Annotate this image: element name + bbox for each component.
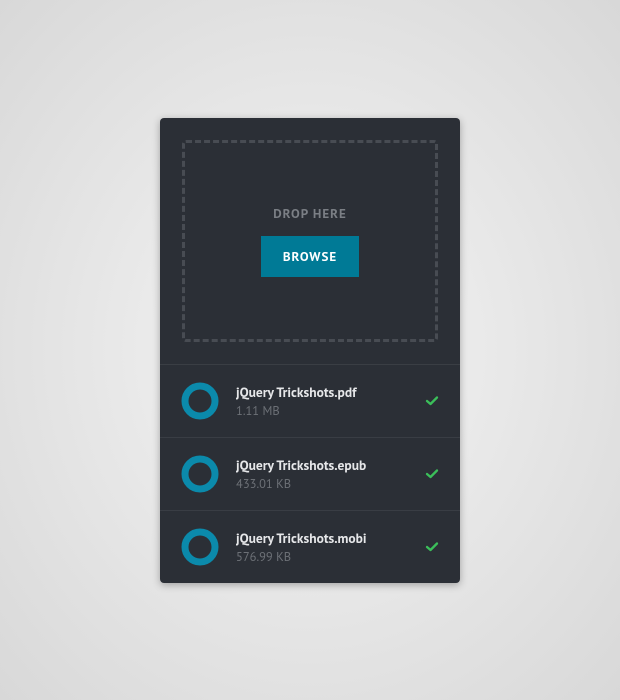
progress-ring-icon [180, 527, 220, 567]
dropzone-container: DROP HERE BROWSE [160, 118, 460, 364]
file-row: jQuery Trickshots.epub 433.01 KB [160, 437, 460, 510]
checkmark-icon [424, 466, 440, 482]
progress-ring-icon [180, 381, 220, 421]
dropzone[interactable]: DROP HERE BROWSE [182, 140, 438, 342]
file-row: jQuery Trickshots.mobi 576.99 KB [160, 510, 460, 583]
file-meta: jQuery Trickshots.epub 433.01 KB [236, 456, 408, 492]
file-size: 1.11 MB [236, 403, 408, 419]
browse-button[interactable]: BROWSE [261, 236, 359, 277]
file-name: jQuery Trickshots.mobi [236, 529, 408, 547]
drop-here-label: DROP HERE [273, 205, 347, 222]
file-size: 433.01 KB [236, 476, 408, 492]
file-meta: jQuery Trickshots.mobi 576.99 KB [236, 529, 408, 565]
file-meta: jQuery Trickshots.pdf 1.11 MB [236, 383, 408, 419]
checkmark-icon [424, 539, 440, 555]
file-size: 576.99 KB [236, 549, 408, 565]
file-name: jQuery Trickshots.pdf [236, 383, 408, 401]
file-list: jQuery Trickshots.pdf 1.11 MB jQuery Tri… [160, 364, 460, 583]
file-uploader: DROP HERE BROWSE jQuery Trickshots.pdf 1… [160, 118, 460, 583]
checkmark-icon [424, 393, 440, 409]
file-row: jQuery Trickshots.pdf 1.11 MB [160, 365, 460, 437]
file-name: jQuery Trickshots.epub [236, 456, 408, 474]
progress-ring-icon [180, 454, 220, 494]
